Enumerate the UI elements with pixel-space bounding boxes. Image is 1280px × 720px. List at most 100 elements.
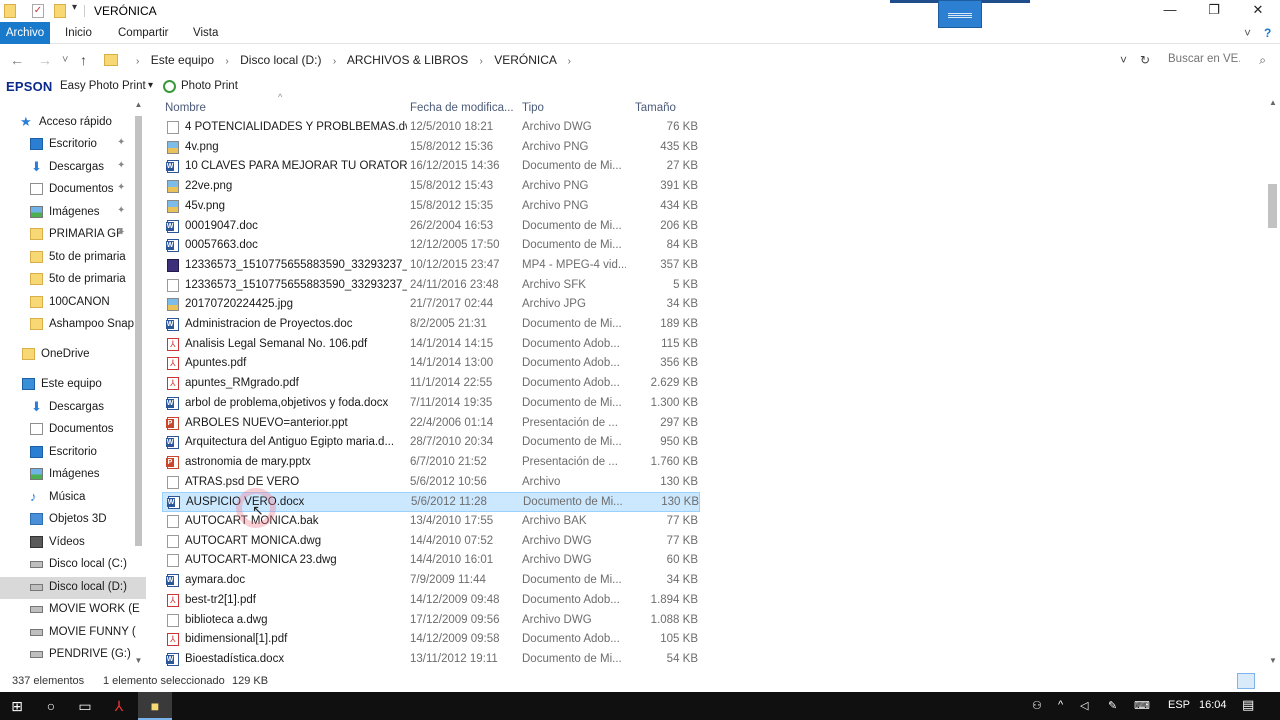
input-language[interactable]: ESP: [1168, 699, 1190, 711]
nav-item[interactable]: ♪ Música: [0, 487, 146, 509]
file-row[interactable]: ATRAS.psd DE VERO 5/6/2012 10:56 Archivo 13…: [162, 473, 700, 493]
nav-item[interactable]: Ashampoo Snap: [0, 314, 146, 336]
file-row[interactable]: Arquitectura del Antiguo Egipto maria.d.…: [162, 433, 700, 453]
nav-item[interactable]: Documentos: [0, 419, 146, 441]
recent-locations-button[interactable]: ˅: [62, 54, 68, 66]
nav-item[interactable]: OneDrive: [0, 344, 146, 366]
up-button[interactable]: ↑: [80, 52, 87, 68]
nav-item[interactable]: PRIMARIA GF ✦: [0, 224, 146, 246]
file-row[interactable]: aymara.doc 7/9/2009 11:44 Documento de Mi.…: [162, 571, 700, 591]
file-row[interactable]: 4 POTENCIALIDADES Y PROBLBEMAS.dwg 12/5/2…: [162, 118, 700, 138]
nav-item[interactable]: 100CANON: [0, 292, 146, 314]
file-row[interactable]: biblioteca a.dwg 17/12/2009 09:56 Archivo …: [162, 611, 700, 631]
address-bar[interactable]: › Este equipo › Disco local (D:) › ARCHI…: [100, 50, 1158, 72]
file-row[interactable]: 00057663.doc 12/12/2005 17:50 Documento de…: [162, 236, 700, 256]
tab-inicio[interactable]: Inicio: [65, 22, 92, 44]
search-icon[interactable]: ○: [34, 692, 68, 720]
file-row[interactable]: AUTOCART-MONICA 23.dwg 14/4/2010 16:01 Arc…: [162, 551, 700, 571]
scroll-up-icon[interactable]: ▲: [133, 100, 144, 109]
people-icon[interactable]: ⚇: [1032, 699, 1042, 712]
nav-item[interactable]: Escritorio ✦: [0, 134, 146, 156]
file-row[interactable]: 10 CLAVES PARA MEJORAR TU ORATORI...16/1…: [162, 157, 700, 177]
file-row[interactable]: 00019047.doc 26/2/2004 16:53 Documento de …: [162, 217, 700, 237]
chevron-right-icon[interactable]: ›: [136, 56, 139, 67]
chevron-right-icon[interactable]: ›: [225, 56, 228, 67]
properties-icon[interactable]: ✓: [32, 4, 44, 18]
nav-item[interactable]: Este equipo: [0, 374, 146, 396]
search-box[interactable]: ⌕: [1162, 50, 1272, 72]
file-list-scrollbar-thumb[interactable]: [1268, 184, 1277, 228]
column-header-tipo[interactable]: Tipo: [522, 102, 544, 114]
file-row[interactable]: 45v.png 15/8/2012 15:35 Archivo PNG 434 KB: [162, 197, 700, 217]
nav-item[interactable]: Disco local (C:): [0, 554, 146, 576]
scroll-up-icon[interactable]: ▲: [1266, 98, 1280, 107]
file-row[interactable]: Bioestadística.docx 13/11/2012 19:11 Docum…: [162, 650, 700, 670]
maximize-button[interactable]: ❐: [1192, 0, 1236, 22]
easy-photo-print-button[interactable]: Easy Photo Print: [60, 80, 146, 92]
file-list-scrollbar[interactable]: ▲ ▼: [1266, 98, 1280, 668]
file-row[interactable]: 4v.png 15/8/2012 15:36 Archivo PNG 435 KB: [162, 138, 700, 158]
nav-item[interactable]: Imágenes ✦: [0, 202, 146, 224]
column-header-fecha[interactable]: Fecha de modifica...: [410, 102, 514, 114]
nav-item[interactable]: Documentos ✦: [0, 179, 146, 201]
nav-item[interactable]: PENDRIVE (G:): [0, 644, 146, 666]
chevron-right-icon[interactable]: ›: [333, 56, 336, 67]
refresh-button[interactable]: ↻: [1140, 53, 1150, 67]
minimize-button[interactable]: —: [1148, 0, 1192, 22]
file-row[interactable]: 20170720224425.jpg 21/7/2017 02:44 Archivo…: [162, 295, 700, 315]
task-view-icon[interactable]: ▭: [68, 692, 102, 720]
notification-icon[interactable]: ▤: [1242, 697, 1254, 713]
breadcrumb-disco-d[interactable]: Disco local (D:): [240, 53, 321, 67]
nav-item[interactable]: 5to de primaria: [0, 247, 146, 269]
nav-item[interactable]: 5to de primaria: [0, 269, 146, 291]
pin-icon[interactable]: ✦: [117, 205, 125, 216]
nav-item[interactable]: ★ Acceso rápido: [0, 112, 146, 134]
file-row[interactable]: Apuntes.pdf 14/1/2014 13:00 Documento Adob…: [162, 354, 700, 374]
nav-item[interactable]: MOVIE FUNNY (: [0, 622, 146, 644]
pen-icon[interactable]: ✎: [1108, 699, 1117, 712]
tab-compartir[interactable]: Compartir: [118, 22, 168, 44]
quick-access-dropdown-icon[interactable]: ▾: [72, 2, 77, 13]
nav-item[interactable]: ⬇ Descargas ✦: [0, 157, 146, 179]
new-folder-icon[interactable]: [54, 4, 66, 18]
large-icons-view-icon[interactable]: [1258, 673, 1276, 689]
start-button[interactable]: ⊞: [0, 692, 34, 720]
column-header-tamano[interactable]: Tamaño: [635, 102, 676, 114]
help-icon[interactable]: ?: [1264, 26, 1271, 40]
nav-item[interactable]: Vídeos: [0, 532, 146, 554]
address-dropdown-button[interactable]: ˅: [1120, 53, 1127, 67]
nav-item[interactable]: Escritorio: [0, 442, 146, 464]
close-button[interactable]: ✕: [1236, 0, 1280, 22]
file-row[interactable]: arbol de problema,objetivos y foda.docx 7…: [162, 394, 700, 414]
pin-icon[interactable]: ✦: [117, 182, 125, 193]
scroll-down-icon[interactable]: ▼: [133, 656, 144, 665]
keyboard-icon[interactable]: ⌨: [1134, 699, 1150, 712]
acrobat-icon[interactable]: ⅄: [102, 692, 136, 720]
chevron-down-icon[interactable]: ˅: [1244, 26, 1251, 40]
file-row[interactable]: 12336573_1510775655883590_33293237_n....…: [162, 276, 700, 296]
nav-item[interactable]: ⬇ Descargas: [0, 397, 146, 419]
column-header-nombre[interactable]: Nombre: [165, 102, 206, 114]
file-row[interactable]: 12336573_1510775655883590_33293237_n....…: [162, 256, 700, 276]
pin-icon[interactable]: ✦: [117, 160, 125, 171]
nav-scrollbar-thumb[interactable]: [135, 116, 142, 546]
scroll-down-icon[interactable]: ▼: [1266, 656, 1280, 665]
chevron-right-icon[interactable]: ›: [480, 56, 483, 67]
file-row[interactable]: bidimensional[1].pdf 14/12/2009 09:58 Docu…: [162, 630, 700, 650]
file-row[interactable]: 22ve.png 15/8/2012 15:43 Archivo PNG 391 KB: [162, 177, 700, 197]
breadcrumb-veronica[interactable]: VERÓNICA: [494, 53, 556, 67]
search-input[interactable]: [1162, 50, 1246, 68]
file-row[interactable]: Analisis Legal Semanal No. 106.pdf 14/1/2…: [162, 335, 700, 355]
volume-icon[interactable]: ◁: [1080, 699, 1088, 712]
chevron-up-icon[interactable]: ^: [1058, 699, 1063, 711]
file-explorer-icon[interactable]: ■: [138, 692, 172, 720]
file-row[interactable]: apuntes_RMgrado.pdf 11/1/2014 22:55 Docume…: [162, 374, 700, 394]
nav-item[interactable]: Disco local (D:): [0, 577, 146, 599]
breadcrumb-archivos-libros[interactable]: ARCHIVOS & LIBROS: [347, 53, 468, 67]
nav-item[interactable]: Imágenes: [0, 464, 146, 486]
file-row[interactable]: ARBOLES NUEVO=anterior.ppt 22/4/2006 01:1…: [162, 414, 700, 434]
forward-button[interactable]: →: [38, 52, 52, 68]
search-icon[interactable]: ⌕: [1259, 53, 1266, 68]
tab-vista[interactable]: Vista: [193, 22, 218, 44]
nav-item[interactable]: Objetos 3D: [0, 509, 146, 531]
